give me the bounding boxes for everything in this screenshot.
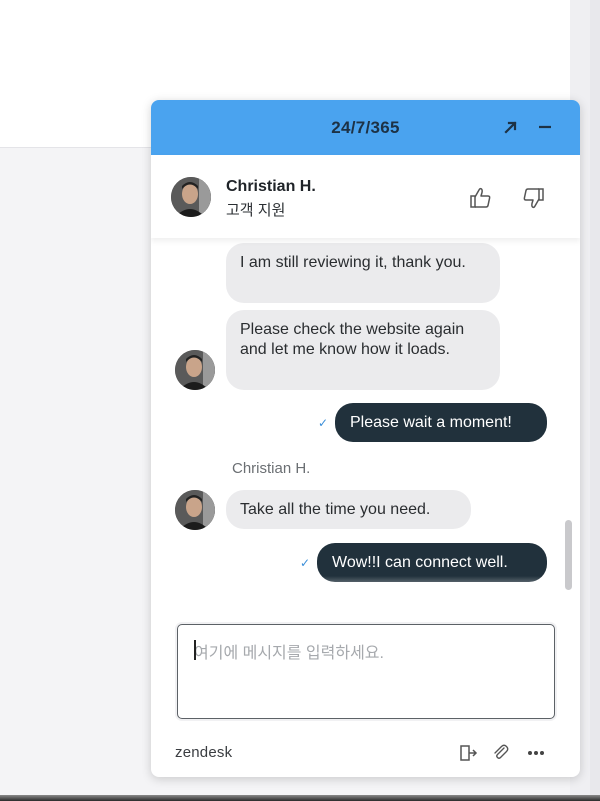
chat-widget: 24/7/365 Christian H. 고객 지원 I am still r…: [151, 100, 580, 777]
agent-message: Take all the time you need.: [226, 490, 471, 529]
paperclip-icon[interactable]: [489, 741, 513, 765]
visitor-message: Please wait a moment!: [335, 403, 547, 442]
agent-avatar: [175, 350, 215, 390]
more-dots-icon[interactable]: [524, 741, 548, 765]
widget-footer: zendesk: [151, 730, 580, 777]
exit-door-icon[interactable]: [456, 741, 480, 765]
agent-message: I am still reviewing it, thank you.: [226, 243, 500, 303]
agent-info-bar: Christian H. 고객 지원: [151, 155, 580, 238]
agent-message: Please check the website again and let m…: [226, 310, 500, 390]
minimize-icon[interactable]: [532, 114, 558, 140]
agent-avatar: [175, 490, 215, 530]
desktop-edge: [0, 795, 600, 801]
check-icon: ✓: [300, 556, 311, 570]
message-input[interactable]: [177, 624, 555, 719]
widget-header: 24/7/365: [151, 100, 580, 155]
agent-name: Christian H.: [226, 178, 316, 195]
thumbs-down-icon[interactable]: [518, 183, 548, 213]
agent-avatar: [171, 177, 211, 217]
check-icon: ✓: [318, 416, 329, 430]
thumbs-up-icon[interactable]: [466, 183, 496, 213]
chat-log-fade: [151, 576, 580, 600]
brand-logo: zendesk: [175, 744, 233, 761]
text-caret: [194, 640, 196, 660]
sender-name-label: Christian H.: [232, 460, 311, 477]
chat-log[interactable]: I am still reviewing it, thank you. Plea…: [151, 238, 580, 600]
expand-arrow-icon[interactable]: [498, 114, 524, 140]
host-page-scroll-track: [590, 0, 600, 801]
widget-title: 24/7/365: [331, 117, 400, 137]
chat-scrollbar[interactable]: [565, 520, 572, 590]
agent-role: 고객 지원: [226, 202, 286, 219]
